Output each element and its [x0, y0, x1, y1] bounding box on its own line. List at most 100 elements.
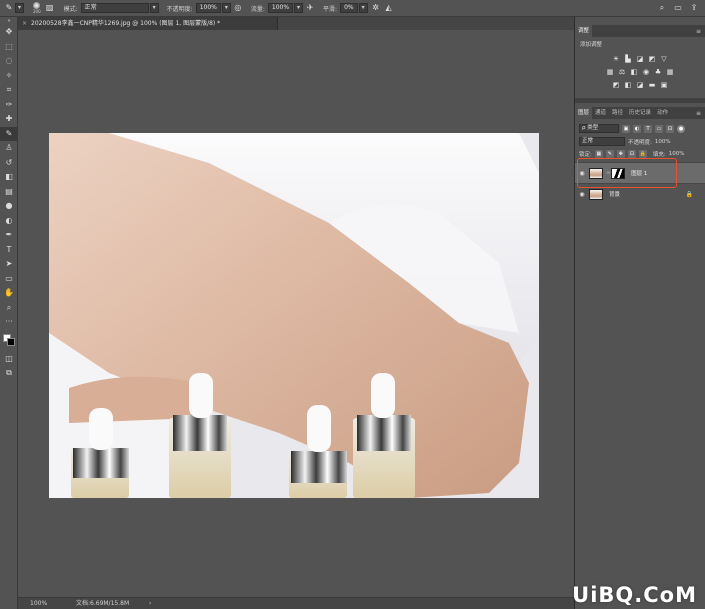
layers-panel-menu-icon[interactable]: ≡ — [696, 110, 701, 117]
tab-paths[interactable]: 路径 — [609, 107, 626, 119]
visibility-eye-icon[interactable]: ◉ — [575, 191, 589, 198]
layer-filter-select[interactable]: ρ 类型 — [579, 124, 619, 133]
layer-name[interactable]: 背景 — [609, 190, 620, 198]
mode-select[interactable]: 正常 — [80, 3, 149, 13]
path-selection-tool-icon[interactable]: ➤ — [0, 257, 18, 272]
pressure-opacity-icon[interactable]: ◎ — [233, 3, 243, 13]
gradient-tool-icon[interactable]: ▤ — [0, 185, 18, 200]
brush-tip-icon — [33, 2, 41, 9]
mode-dropdown-icon[interactable]: ▾ — [149, 3, 159, 13]
filter-adjustment-icon[interactable]: ◐ — [633, 124, 641, 133]
healing-brush-tool-icon[interactable]: ✚ — [0, 112, 18, 127]
marquee-tool-icon[interactable]: ⬚ — [0, 40, 18, 55]
smoothing-input[interactable]: 0% — [340, 3, 358, 13]
airbrush-icon[interactable]: ✈ — [305, 3, 315, 13]
black-white-icon[interactable]: ◧ — [630, 68, 639, 77]
brush-settings-icon[interactable]: ▨ — [45, 3, 55, 13]
flow-label: 流量: — [250, 5, 265, 13]
zoom-tool-icon[interactable]: ⌕ — [0, 301, 18, 316]
opacity-dropdown-icon[interactable]: ▾ — [221, 3, 231, 13]
clone-stamp-tool-icon[interactable]: ♙ — [0, 141, 18, 156]
smoothing-options-gear-icon[interactable]: ✲ — [371, 3, 381, 13]
tab-adjustments[interactable]: 调整 — [575, 25, 593, 37]
filter-smart-object-icon[interactable]: ⊡ — [666, 124, 674, 133]
layer-opacity-value[interactable]: 100% — [655, 139, 671, 145]
crop-tool-icon[interactable]: ⌗ — [0, 83, 18, 98]
exposure-icon[interactable]: ◩ — [648, 55, 657, 64]
hand-tool-icon[interactable]: ✋ — [0, 286, 18, 301]
collapse-arrows-icon[interactable]: » — [0, 17, 18, 25]
lock-image-icon[interactable]: ✎ — [605, 150, 614, 158]
eyedropper-tool-icon[interactable]: ✑ — [0, 98, 18, 113]
more-tools-icon[interactable]: ··· — [0, 315, 18, 330]
filter-type-icon[interactable]: T — [644, 124, 652, 133]
document-tab[interactable]: × 20200528李鑫一CNP精华1269.jpg @ 100% (图层 1, … — [18, 17, 278, 30]
brush-preset-picker[interactable]: 200 — [33, 2, 41, 14]
tool-preset-dropdown[interactable]: ▾ — [15, 3, 24, 13]
layer-opacity-label: 不透明度: — [628, 139, 652, 146]
quick-selection-tool-icon[interactable]: ✧ — [0, 69, 18, 84]
photo-image — [49, 133, 539, 498]
search-icon[interactable]: ⌕ — [657, 3, 667, 13]
blend-mode-select[interactable]: 正常 — [579, 137, 625, 146]
tab-channels[interactable]: 通道 — [592, 107, 609, 119]
threshold-icon[interactable]: ◪ — [636, 81, 645, 90]
brightness-contrast-icon[interactable]: ☀ — [612, 55, 621, 64]
flow-dropdown-icon[interactable]: ▾ — [294, 3, 304, 13]
invert-icon[interactable]: ◩ — [612, 81, 621, 90]
status-menu-arrow-icon[interactable]: › — [149, 598, 151, 609]
selective-color-icon[interactable]: ▣ — [660, 81, 669, 90]
workspace-icon[interactable]: ▭ — [673, 3, 683, 13]
lock-transparent-icon[interactable]: ▦ — [594, 150, 603, 158]
smoothing-dropdown-icon[interactable]: ▾ — [358, 3, 368, 13]
panel-menu-icon[interactable]: ≡ — [696, 28, 701, 35]
flow-input[interactable]: 100% — [267, 3, 294, 13]
tab-history[interactable]: 历史记录 — [626, 107, 654, 119]
filter-shape-icon[interactable]: ▭ — [655, 124, 663, 133]
hue-saturation-icon[interactable]: ▦ — [606, 68, 615, 77]
lock-position-icon[interactable]: ✥ — [616, 150, 625, 158]
filter-pixel-icon[interactable]: ▣ — [622, 124, 630, 133]
panel-divider — [575, 98, 705, 103]
dodge-tool-icon[interactable]: ◐ — [0, 214, 18, 229]
fill-value[interactable]: 100% — [669, 151, 685, 157]
tab-actions[interactable]: 动作 — [654, 107, 671, 119]
move-tool-icon[interactable]: ✥ — [0, 25, 18, 40]
posterize-icon[interactable]: ◧ — [624, 81, 633, 90]
color-balance-icon[interactable]: ⚖ — [618, 68, 627, 77]
type-tool-icon[interactable]: T — [0, 243, 18, 258]
lock-all-icon[interactable]: 🔒 — [638, 150, 647, 158]
quick-mask-icon[interactable]: ◫ — [0, 352, 18, 367]
history-brush-tool-icon[interactable]: ↺ — [0, 156, 18, 171]
document-canvas[interactable] — [49, 133, 539, 498]
brush-tool-icon[interactable]: ✎ — [0, 126, 18, 141]
lasso-tool-icon[interactable]: ◌ — [0, 54, 18, 69]
gradient-map-icon[interactable]: ▬ — [648, 81, 657, 90]
curves-icon[interactable]: ◪ — [636, 55, 645, 64]
layer-thumbnail[interactable] — [589, 188, 603, 200]
lock-artboard-icon[interactable]: ⊡ — [627, 150, 636, 158]
mode-label: 模式: — [63, 5, 78, 13]
adjustment-icons-row-1: ☀ ▙ ◪ ◩ ▽ — [575, 55, 705, 64]
close-tab-icon[interactable]: × — [22, 17, 27, 30]
eraser-tool-icon[interactable]: ◧ — [0, 170, 18, 185]
rectangle-tool-icon[interactable]: ▭ — [0, 272, 18, 287]
adjustment-icons-row-3: ◩ ◧ ◪ ▬ ▣ — [575, 81, 705, 90]
color-lookup-icon[interactable]: ▦ — [666, 68, 675, 77]
background-color-swatch[interactable] — [7, 337, 15, 346]
photo-filter-icon[interactable]: ◉ — [642, 68, 651, 77]
pen-tool-icon[interactable]: ✒ — [0, 228, 18, 243]
vibrance-icon[interactable]: ▽ — [660, 55, 669, 64]
blur-tool-icon[interactable]: ● — [0, 199, 18, 214]
filter-toggle-icon[interactable]: ● — [677, 124, 685, 133]
levels-icon[interactable]: ▙ — [624, 55, 633, 64]
screen-mode-icon[interactable]: ⧉ — [0, 366, 18, 381]
brush-tool-icon[interactable]: ✎ — [4, 3, 14, 13]
color-swatches[interactable] — [0, 330, 18, 352]
opacity-input[interactable]: 100% — [195, 3, 221, 13]
channel-mixer-icon[interactable]: ♣ — [654, 68, 663, 77]
zoom-level[interactable]: 100% — [30, 598, 47, 609]
brush-angle-icon[interactable]: ◭ — [384, 3, 394, 13]
share-icon[interactable]: ⇪ — [689, 3, 699, 13]
tab-layers[interactable]: 图层 — [575, 107, 593, 119]
